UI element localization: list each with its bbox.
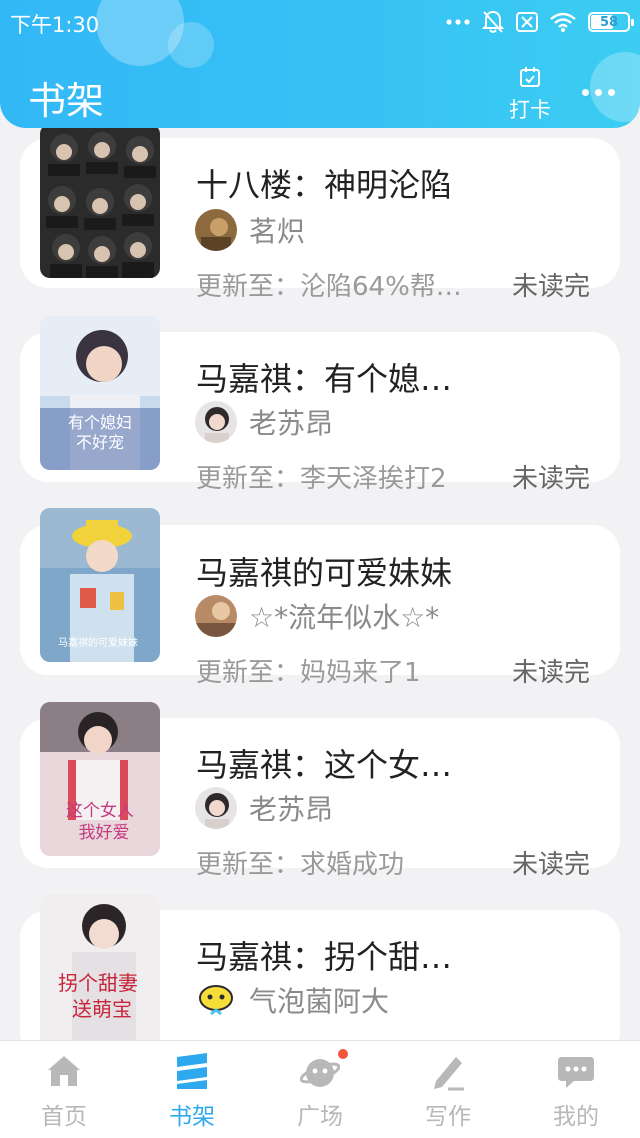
update-text: 更新至：求婚成功: [196, 850, 405, 880]
author-row: ☆*流年似水☆*: [195, 595, 440, 637]
square-icon: [300, 1059, 340, 1087]
book-title: 马嘉祺的可爱妹妹: [196, 554, 453, 592]
svg-text:拐个甜妻: 拐个甜妻: [58, 971, 138, 995]
checkin-button[interactable]: 打卡: [503, 66, 557, 124]
more-dots-status-icon: [446, 19, 470, 25]
author-name: 茗炽: [249, 215, 306, 248]
read-status: 未读完: [512, 464, 591, 494]
author-row: 老苏昂: [195, 401, 334, 443]
battery-level: 58: [599, 14, 619, 30]
nav-label: 首页: [41, 1104, 87, 1130]
nav-label: 书架: [169, 1104, 215, 1130]
book-cover[interactable]: 这个女人 我好爱: [40, 702, 160, 856]
page-title: 书架: [28, 79, 105, 123]
update-text: 更新至：妈妈来了1: [196, 658, 421, 688]
sim-off-icon: [516, 12, 538, 32]
book-title: 马嘉祺：这个女…: [196, 746, 453, 784]
update-text: 更新至：沦陷64%帮…: [196, 272, 462, 302]
bookshelf-icon: [177, 1053, 207, 1089]
header-decoration: [168, 22, 214, 68]
author-name: ☆*流年似水☆*: [249, 601, 440, 634]
svg-text:有个媳妇: 有个媳妇: [68, 413, 132, 432]
nav-profile[interactable]: 我的: [512, 1041, 640, 1138]
book-cover[interactable]: 拐个甜妻 送萌宝: [40, 894, 160, 1048]
nav-home[interactable]: 首页: [0, 1041, 128, 1138]
nav-label: 写作: [425, 1104, 471, 1130]
bookshelf-list: 十八楼：神明沦陷 茗炽 更新至：沦陷64%帮… 未读完 有个媳妇 不好宠 马嘉祺…: [0, 0, 640, 1138]
nav-bookshelf[interactable]: 书架: [128, 1041, 256, 1138]
nav-label: 我的: [553, 1104, 599, 1130]
book-title: 马嘉祺：有个媳…: [196, 360, 453, 398]
nav-square[interactable]: 广场: [256, 1041, 384, 1138]
book-title: 马嘉祺：拐个甜…: [196, 938, 453, 976]
wifi-icon: [550, 12, 576, 32]
author-row: 气泡菌阿大: [195, 979, 390, 1021]
status-icons: 58: [446, 8, 634, 36]
svg-text:这个女人: 这个女人: [66, 801, 134, 821]
more-menu-button[interactable]: [578, 80, 618, 104]
read-status: 未读完: [512, 272, 591, 302]
notification-badge: [336, 1047, 350, 1061]
more-dot: [594, 88, 602, 96]
author-avatar: [195, 787, 237, 829]
svg-text:我好爱: 我好爱: [79, 823, 130, 843]
author-name: 老苏昂: [249, 793, 334, 826]
book-title: 十八楼：神明沦陷: [196, 166, 453, 204]
book-cover[interactable]: 马嘉祺的可爱妹妹: [40, 508, 160, 662]
battery-icon: 58: [588, 12, 634, 32]
svg-text:送萌宝: 送萌宝: [72, 997, 132, 1021]
author-row: 老苏昂: [195, 787, 334, 829]
bottom-nav: 首页 书架 广场 写作 我的: [0, 1040, 640, 1138]
profile-icon: [558, 1057, 594, 1088]
book-cover[interactable]: 有个媳妇 不好宠: [40, 316, 160, 470]
calendar-check-icon: [520, 67, 540, 87]
status-time: 下午1:30: [10, 13, 100, 37]
nav-write[interactable]: 写作: [384, 1041, 512, 1138]
author-avatar: [195, 401, 237, 443]
read-status: 未读完: [512, 658, 591, 688]
author-avatar: [195, 595, 237, 637]
checkin-label: 打卡: [509, 98, 551, 122]
home-icon: [48, 1056, 80, 1086]
svg-text:不好宠: 不好宠: [76, 433, 124, 452]
nav-label: 广场: [297, 1104, 343, 1130]
app-header: 下午1:30 58 书架 打卡: [0, 0, 640, 128]
more-dot: [607, 88, 615, 96]
author-avatar: [195, 979, 237, 1021]
write-icon: [434, 1057, 464, 1091]
author-name: 老苏昂: [249, 407, 334, 440]
book-cover[interactable]: [40, 124, 160, 278]
mute-bell-icon: [482, 10, 504, 33]
svg-text:马嘉祺的可爱妹妹: 马嘉祺的可爱妹妹: [58, 636, 138, 649]
more-dot: [581, 88, 589, 96]
read-status: 未读完: [512, 850, 591, 880]
author-name: 气泡菌阿大: [249, 985, 390, 1018]
author-avatar: [195, 209, 237, 251]
author-row: 茗炽: [195, 209, 306, 251]
update-text: 更新至：李天泽挨打2: [196, 464, 447, 494]
